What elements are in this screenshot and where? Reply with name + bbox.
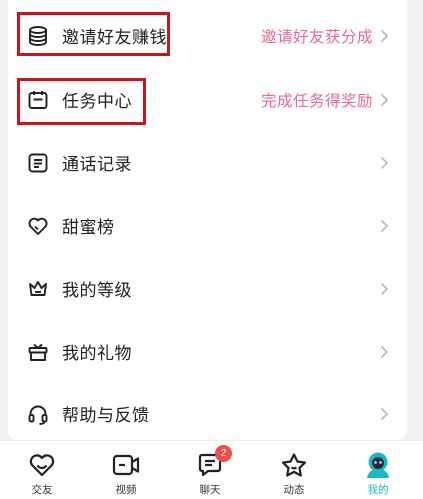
chevron-right-icon [377, 29, 391, 43]
menu-item-label: 我的等级 [62, 281, 132, 301]
coin-stack-icon [26, 24, 50, 48]
tab-label: 动态 [283, 484, 305, 496]
menu-item-label: 邀请好友赚钱 [62, 28, 167, 48]
calendar-icon [26, 88, 50, 112]
tab-mine[interactable]: 我的 [336, 441, 420, 499]
headset-icon [26, 402, 50, 426]
heart-icon [26, 214, 50, 238]
chevron-right-icon [377, 219, 391, 233]
crown-icon [26, 277, 50, 301]
tab-label: 视频 [115, 484, 137, 496]
tab-dating[interactable]: 交友 [0, 441, 84, 499]
menu-item-label: 任务中心 [62, 92, 132, 112]
tab-label: 我的 [367, 484, 389, 496]
menu-item-hint: 完成任务得奖励 [260, 91, 373, 110]
profile-screen: 邀请好友赚钱 邀请好友获分成 任务中心 完成任务得奖励 通话记录 甜蜜榜 我的等… [0, 0, 423, 499]
heart-icon [27, 450, 57, 480]
menu-item-label: 通话记录 [62, 155, 132, 175]
gift-icon [26, 340, 50, 364]
chat-bubble-icon: 2 [195, 445, 232, 480]
chevron-right-icon [377, 93, 391, 107]
tab-label: 交友 [31, 484, 53, 496]
video-camera-icon [111, 450, 141, 480]
tab-label: 聊天 [199, 484, 221, 496]
tab-moments[interactable]: 动态 [252, 441, 336, 499]
menu-item-label: 甜蜜榜 [62, 218, 115, 238]
unread-badge: 2 [215, 445, 232, 462]
chevron-right-icon [377, 156, 391, 170]
chevron-right-icon [377, 407, 391, 421]
menu-item-label: 帮助与反馈 [62, 406, 150, 426]
chevron-right-icon [377, 282, 391, 296]
menu-item-hint: 邀请好友获分成 [260, 27, 373, 46]
menu-item-task-center[interactable]: 任务中心 完成任务得奖励 [8, 68, 407, 131]
menu-item-my-gifts[interactable]: 我的礼物 [8, 320, 407, 383]
menu-item-sweet-ranking[interactable]: 甜蜜榜 [8, 194, 407, 257]
menu-item-call-log[interactable]: 通话记录 [8, 131, 407, 194]
menu-card: 邀请好友赚钱 邀请好友获分成 任务中心 完成任务得奖励 通话记录 甜蜜榜 我的等… [8, 0, 407, 440]
menu-item-label: 我的礼物 [62, 344, 132, 364]
menu-item-help-feedback[interactable]: 帮助与反馈 [8, 382, 407, 445]
call-log-icon [26, 151, 50, 175]
star-icon [279, 450, 309, 480]
tab-video[interactable]: 视频 [84, 441, 168, 499]
avatar-icon [363, 450, 393, 480]
bottom-tab-bar: 交友 视频 2 聊天 动态 我的 [0, 440, 423, 499]
menu-item-my-level[interactable]: 我的等级 [8, 257, 407, 320]
chevron-right-icon [377, 345, 391, 359]
menu-item-invite-friends[interactable]: 邀请好友赚钱 邀请好友获分成 [8, 4, 407, 67]
tab-chat[interactable]: 2 聊天 [168, 441, 252, 499]
